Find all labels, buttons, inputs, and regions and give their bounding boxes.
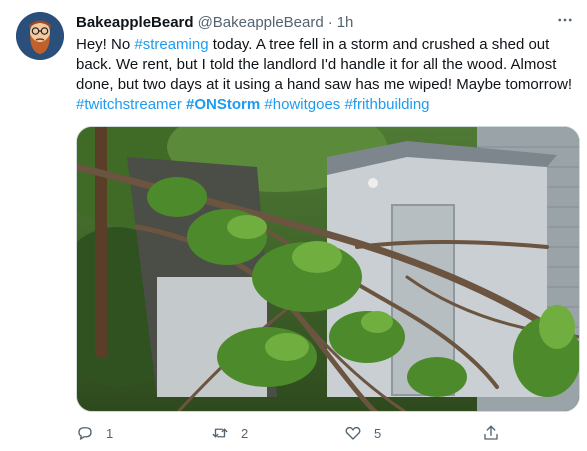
hashtag-twitchstreamer[interactable]: #twitchstreamer (76, 96, 182, 113)
display-name[interactable]: BakeappleBeard (76, 14, 194, 31)
share-button[interactable] (482, 423, 500, 443)
tweet-photo[interactable] (76, 126, 580, 412)
avatar[interactable] (16, 12, 64, 60)
hashtag-onstorm[interactable]: #ONStorm (186, 96, 260, 113)
retweet-icon (212, 428, 228, 438)
more-options-button[interactable] (553, 10, 577, 30)
fallen-tree-on-shed-photo (77, 127, 579, 411)
tweet-text: Hey! No #streaming today. A tree fell in… (76, 35, 581, 115)
hashtag-howitgoes[interactable]: #howitgoes (264, 96, 340, 113)
timestamp[interactable]: 1h (337, 14, 354, 31)
user-handle[interactable]: @BakeappleBeard (198, 14, 324, 31)
tweet-card[interactable]: BakeappleBeard @BakeappleBeard · 1h Hey!… (0, 0, 587, 451)
reply-icon (78, 427, 92, 440)
heart-icon (345, 426, 361, 440)
retweet-button[interactable]: 2 (211, 423, 248, 443)
like-count: 5 (374, 425, 382, 441)
tweet-text-part: Hey! No (76, 36, 135, 53)
more-horizontal-icon (558, 18, 572, 22)
bearded-face-avatar-icon (16, 12, 64, 60)
hashtag-frithbuilding[interactable]: #frithbuilding (344, 96, 429, 113)
tweet-actions: 1 2 5 (76, 423, 506, 443)
retweet-count: 2 (241, 425, 249, 441)
tweet-header: BakeappleBeard @BakeappleBeard · 1h (76, 12, 353, 32)
reply-button[interactable]: 1 (76, 423, 113, 443)
like-button[interactable]: 5 (344, 423, 381, 443)
hashtag-streaming[interactable]: #streaming (134, 36, 208, 53)
share-icon (484, 425, 498, 440)
reply-count: 1 (106, 425, 114, 441)
separator-dot: · (327, 13, 333, 31)
